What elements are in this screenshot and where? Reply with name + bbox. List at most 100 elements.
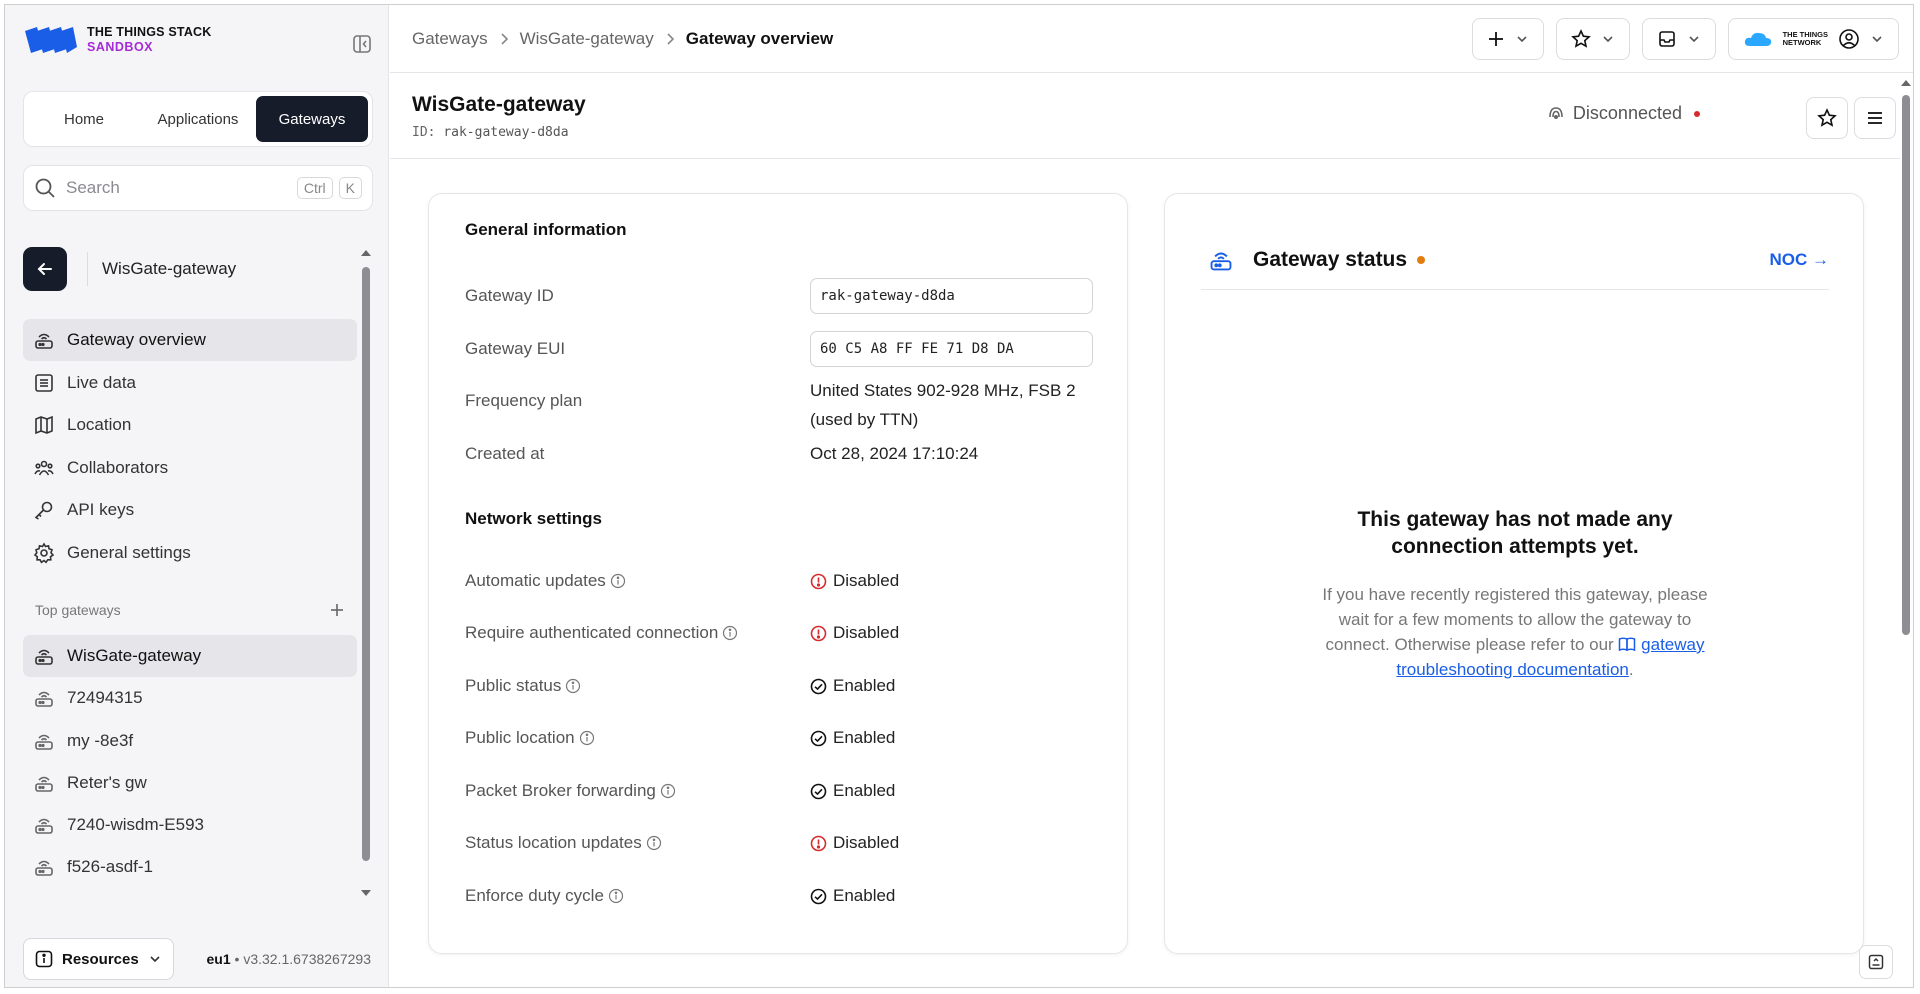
info-icon[interactable] (722, 625, 738, 641)
scroll-down-icon[interactable] (359, 887, 373, 899)
list-item[interactable]: Reter's gw (23, 762, 357, 804)
empty-state-body: If you have recently registered this gat… (1315, 582, 1715, 682)
setting-label: Require authenticated connection (465, 623, 719, 642)
info-icon[interactable] (646, 835, 662, 851)
plus-icon[interactable] (329, 602, 345, 618)
brand-logo[interactable]: THE THINGS STACK SANDBOX (23, 25, 212, 55)
add-menu-button[interactable] (1471, 18, 1544, 60)
main-tabs: Home Applications Gateways (23, 91, 373, 147)
profile-menu-button[interactable]: THE THINGS NETWORK (1727, 18, 1899, 60)
chevron-down-icon (1517, 36, 1527, 43)
key-icon (34, 501, 53, 520)
chevron-right-icon (501, 33, 508, 45)
tab-home[interactable]: Home (28, 96, 140, 142)
inbox-button[interactable] (1641, 18, 1716, 60)
nav-label: API keys (67, 500, 135, 519)
alert-circle-icon (810, 573, 827, 589)
back-button[interactable] (23, 247, 67, 291)
star-icon (1570, 29, 1591, 48)
network-settings-title: Network settings (465, 509, 602, 528)
info-icon[interactable] (579, 730, 595, 746)
toggle-panel-button[interactable] (1859, 945, 1893, 979)
setting-label: Packet Broker forwarding (465, 781, 656, 800)
breadcrumb-gateways[interactable]: Gateways (412, 29, 488, 49)
empty-title-line2: connection attempts yet. (1391, 535, 1639, 558)
frequency-plan-line2: (used by TTN) (810, 410, 919, 429)
status-dot (1417, 255, 1426, 264)
top-header: Gateways WisGate-gateway Gateway overvie… (390, 5, 1913, 73)
entity-title: WisGate-gateway (102, 259, 237, 278)
packet-broker-forwarding-value: Enabled (810, 781, 895, 801)
setting-label: Public location (465, 728, 575, 747)
book-icon (1619, 637, 1636, 652)
bookmark-button[interactable] (1806, 97, 1848, 139)
router-icon (1210, 252, 1232, 270)
list-item[interactable]: 7240-wisdm-E593 (23, 804, 357, 846)
ttn-logo: THE THINGS NETWORK (1783, 31, 1828, 47)
setting-value: Disabled (833, 571, 900, 590)
connection-status: Disconnected (1547, 103, 1700, 124)
noc-link[interactable]: NOC → (1770, 250, 1830, 270)
app-window: THE THINGS STACK SANDBOX Home Applicatio… (4, 4, 1914, 988)
nav-item-api-keys[interactable]: API keys (23, 489, 357, 531)
info-icon[interactable] (660, 783, 676, 799)
bookmarks-button[interactable] (1555, 18, 1630, 60)
setting-value: Enabled (833, 676, 896, 695)
empty-body-end: . (1628, 660, 1634, 679)
list-item[interactable]: my -8e3f (23, 720, 357, 762)
sidebar-scrollbar[interactable] (359, 247, 373, 899)
scroll-up-icon[interactable] (1899, 77, 1913, 89)
gateway-id-label: Gateway ID (465, 286, 554, 305)
status-location-updates-label: Status location updates (465, 833, 662, 853)
gateway-status-card: Gateway status NOC → This gateway has no… (1164, 193, 1864, 954)
tab-applications[interactable]: Applications (142, 96, 254, 142)
nav-item-live-data[interactable]: Live data (23, 362, 357, 404)
enforce-duty-cycle-value: Enabled (810, 886, 895, 906)
hamburger-icon (1868, 112, 1882, 124)
list-item[interactable]: WisGate-gateway (23, 635, 357, 677)
gateway-name: WisGate-gateway (67, 646, 202, 665)
public-location-value: Enabled (810, 728, 895, 748)
general-information-card: General information Gateway ID rak-gatew… (428, 193, 1128, 954)
list-item[interactable]: 72494315 (23, 677, 357, 719)
empty-title-line1: This gateway has not made any (1357, 508, 1673, 531)
chevron-down-icon (1689, 36, 1699, 43)
list-item[interactable]: f526-asdf-1 (23, 846, 357, 888)
setting-label: Status location updates (465, 833, 642, 852)
top-gateways-heading: Top gateways (35, 602, 345, 618)
top-gateways-label: Top gateways (35, 602, 121, 618)
search-input[interactable]: Search Ctrl K (23, 165, 373, 211)
scrollbar-thumb[interactable] (362, 267, 370, 861)
more-menu-button[interactable] (1854, 97, 1896, 139)
breadcrumb-gateway[interactable]: WisGate-gateway (520, 29, 654, 49)
scroll-up-icon[interactable] (359, 247, 373, 259)
ttn-cloud-icon (1744, 32, 1771, 46)
gateway-eui-field[interactable]: 60 C5 A8 FF FE 71 D8 DA (810, 331, 1093, 367)
scrollbar-thumb[interactable] (1902, 95, 1910, 635)
nav-item-gateway-overview[interactable]: Gateway overview (23, 319, 357, 361)
brand-line1: THE THINGS STACK (87, 25, 212, 39)
info-icon[interactable] (610, 573, 626, 589)
map-icon (35, 415, 53, 435)
search-placeholder: Search (66, 178, 120, 197)
resources-button[interactable]: Resources (23, 938, 174, 980)
setting-value: Enabled (833, 781, 896, 800)
info-icon[interactable] (608, 888, 624, 904)
public-status-value: Enabled (810, 676, 895, 696)
sidebar-collapse-button[interactable] (351, 33, 373, 55)
tab-gateways[interactable]: Gateways (256, 96, 368, 142)
router-icon (35, 692, 53, 708)
status-dot (1694, 110, 1700, 117)
status-location-updates-value: Disabled (810, 833, 899, 853)
nav-item-location[interactable]: Location (23, 404, 357, 446)
router-icon (35, 776, 53, 792)
id-value: rak-gateway-d8da (443, 125, 569, 140)
gateway-name: my -8e3f (67, 730, 134, 750)
info-icon[interactable] (565, 678, 581, 694)
nav-item-collaborators[interactable]: Collaborators (23, 447, 357, 489)
inbox-icon (1658, 31, 1675, 47)
page-scrollbar[interactable] (1899, 73, 1913, 943)
gateway-id-field[interactable]: rak-gateway-d8da (810, 278, 1093, 314)
setting-label: Automatic updates (465, 571, 606, 590)
nav-item-general-settings[interactable]: General settings (23, 532, 357, 574)
